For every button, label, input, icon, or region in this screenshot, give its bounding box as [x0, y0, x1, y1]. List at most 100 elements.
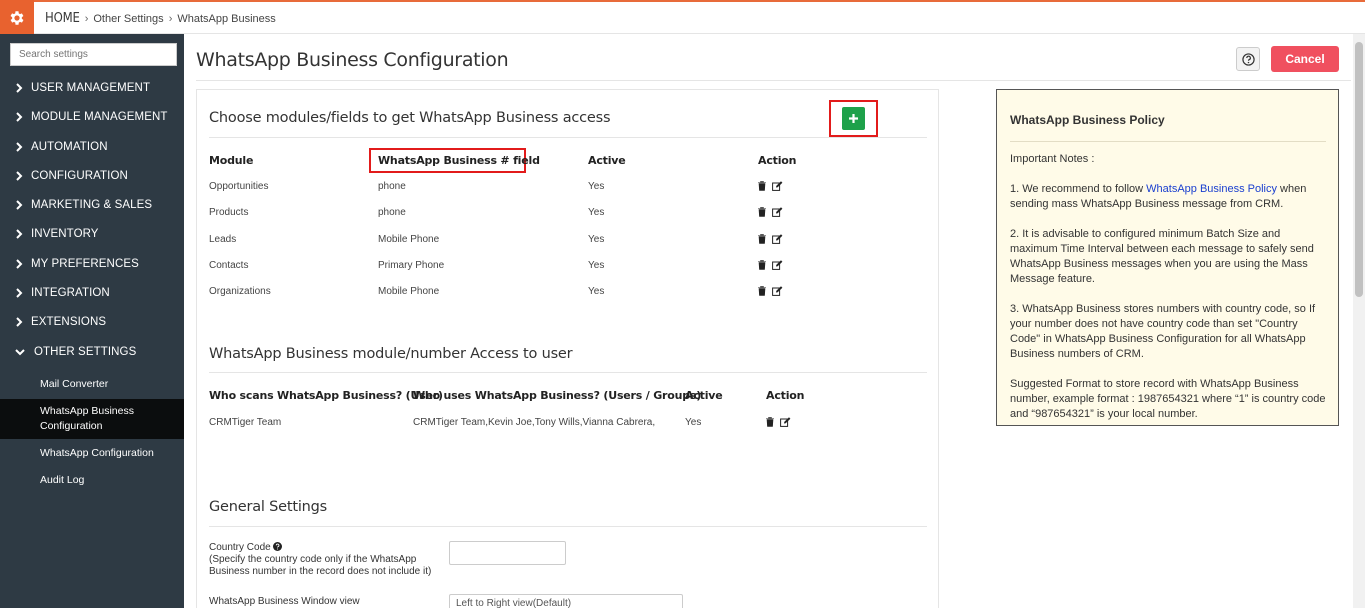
policy-link[interactable]: WhatsApp Business Policy	[1146, 183, 1277, 195]
sidebar-subitem-whatsapp-configuration[interactable]: WhatsApp Configuration	[0, 446, 184, 461]
sidebar-item-module-management[interactable]: MODULE MANAGEMENT	[0, 106, 184, 128]
sidebar-subitem-audit-log[interactable]: Audit Log	[0, 473, 184, 488]
chevron-right-icon	[15, 259, 29, 269]
divider	[196, 80, 1351, 81]
info-circle-icon[interactable]	[273, 542, 283, 551]
sidebar-item-my-preferences[interactable]: MY PREFERENCES	[0, 253, 184, 275]
window-view-select[interactable]: Left to Right view(Default)	[449, 594, 683, 608]
policy-note-1: 1. We recommend to follow WhatsApp Busin…	[1010, 182, 1328, 212]
edit-icon[interactable]	[772, 260, 783, 270]
table-cell-users: CRMTiger Team,Kevin Joe,Tony Wills,Viann…	[413, 417, 656, 428]
edit-icon[interactable]	[772, 181, 783, 191]
trash-icon[interactable]	[766, 417, 774, 427]
cancel-button[interactable]: Cancel	[1271, 46, 1339, 72]
sidebar-item-extensions[interactable]: EXTENSIONS	[0, 311, 184, 333]
sidebar-item-label: AUTOMATION	[31, 141, 108, 153]
column-header-users: Who uses WhatsApp Business? (Users / Gro…	[413, 389, 702, 402]
table-cell-scanner: CRMTiger Team	[209, 417, 282, 428]
edit-icon[interactable]	[772, 234, 783, 244]
chevron-right-icon	[15, 171, 29, 181]
scrollbar[interactable]	[1353, 34, 1365, 608]
table-cell-module: Products	[209, 207, 249, 218]
trash-icon[interactable]	[758, 181, 766, 191]
row-actions	[766, 417, 791, 427]
sidebar-item-marketing-sales[interactable]: MARKETING & SALES	[0, 194, 184, 216]
sidebar-item-user-management[interactable]: USER MANAGEMENT	[0, 77, 184, 99]
policy-note-2: 2. It is advisable to configured minimum…	[1010, 228, 1314, 285]
row-actions	[758, 181, 783, 191]
sidebar-item-other-settings[interactable]: OTHER SETTINGS	[0, 341, 184, 363]
breadcrumb: HOME › Other Settings › WhatsApp Busines…	[45, 11, 276, 26]
breadcrumb-other-settings[interactable]: Other Settings	[93, 13, 163, 25]
help-button[interactable]	[1236, 47, 1260, 71]
policy-title: WhatsApp Business Policy	[1010, 113, 1165, 127]
table-cell-field: phone	[378, 207, 406, 218]
sidebar-subitem-mail-converter[interactable]: Mail Converter	[0, 377, 184, 392]
country-code-label-group: Country Code (Specify the country code o…	[209, 542, 449, 578]
table-cell-field: Primary Phone	[378, 260, 445, 271]
scrollbar-thumb[interactable]	[1355, 42, 1363, 297]
table-cell-active: Yes	[685, 417, 702, 428]
trash-icon[interactable]	[758, 286, 766, 296]
chevron-right-icon	[15, 112, 29, 122]
plus-icon	[849, 114, 858, 123]
config-panel: Choose modules/fields to get WhatsApp Bu…	[196, 89, 939, 608]
edit-icon[interactable]	[772, 286, 783, 296]
search-input[interactable]	[10, 43, 177, 66]
policy-body: Important Notes : 1. We recommend to fol…	[1010, 152, 1328, 437]
breadcrumb-home[interactable]: HOME	[45, 11, 80, 26]
table-cell-active: Yes	[588, 234, 605, 245]
column-header-active: Active	[588, 154, 626, 167]
sidebar-item-configuration[interactable]: CONFIGURATION	[0, 165, 184, 187]
country-code-input[interactable]	[449, 541, 566, 565]
column-header-action: Action	[758, 154, 797, 167]
sidebar-item-label: INVENTORY	[31, 228, 99, 240]
sidebar-item-automation[interactable]: AUTOMATION	[0, 136, 184, 158]
row-actions	[758, 207, 783, 217]
column-header-field: WhatsApp Business # field	[378, 154, 540, 167]
modules-section-title: Choose modules/fields to get WhatsApp Bu…	[209, 110, 611, 126]
sidebar-item-inventory[interactable]: INVENTORY	[0, 223, 184, 245]
sidebar-item-integration[interactable]: INTEGRATION	[0, 282, 184, 304]
divider	[1010, 141, 1326, 142]
trash-icon[interactable]	[758, 207, 766, 217]
column-header-scanner: Who scans WhatsApp Business? (User)	[209, 389, 443, 402]
table-cell-field: Mobile Phone	[378, 286, 440, 297]
top-bar: HOME › Other Settings › WhatsApp Busines…	[0, 0, 1365, 36]
trash-icon[interactable]	[758, 234, 766, 244]
divider	[209, 372, 927, 373]
chevron-right-icon	[15, 142, 29, 152]
chevron-right-icon	[15, 288, 29, 298]
table-cell-active: Yes	[588, 286, 605, 297]
chevron-right-icon	[15, 317, 29, 327]
table-cell-active: Yes	[588, 181, 605, 192]
sidebar-item-label: EXTENSIONS	[31, 316, 107, 328]
policy-note-3: 3. WhatsApp Business stores numbers with…	[1010, 303, 1316, 360]
access-section-title: WhatsApp Business module/number Access t…	[209, 346, 573, 362]
policy-panel: WhatsApp Business Policy Important Notes…	[996, 89, 1339, 426]
edit-icon[interactable]	[772, 207, 783, 217]
trash-icon[interactable]	[758, 260, 766, 270]
table-cell-module: Leads	[209, 234, 237, 245]
sidebar-item-label: MARKETING & SALES	[31, 199, 153, 211]
table-cell-module: Contacts	[209, 260, 249, 271]
sidebar: USER MANAGEMENT MODULE MANAGEMENT AUTOMA…	[0, 34, 184, 608]
add-module-button[interactable]	[842, 107, 865, 130]
column-header-module: Module	[209, 154, 254, 167]
sidebar-subitem-whatsapp-business-configuration[interactable]: WhatsApp Business Configuration	[0, 399, 184, 439]
note-text: 1. We recommend to follow	[1010, 183, 1147, 195]
edit-icon[interactable]	[780, 417, 791, 427]
general-settings-title: General Settings	[209, 499, 328, 515]
table-cell-field: phone	[378, 181, 406, 192]
settings-gear-icon[interactable]	[0, 0, 34, 36]
column-header-action: Action	[766, 389, 805, 402]
sidebar-item-label: CONFIGURATION	[31, 170, 128, 182]
table-cell-module: Organizations	[209, 286, 271, 297]
policy-note-4: Suggested Format to store record with Wh…	[1010, 378, 1326, 420]
chevron-down-icon	[15, 348, 29, 356]
divider	[209, 137, 927, 138]
row-actions	[758, 234, 783, 244]
table-cell-field: Mobile Phone	[378, 234, 440, 245]
chevron-right-icon	[15, 229, 29, 239]
sidebar-item-label: OTHER SETTINGS	[34, 346, 137, 358]
